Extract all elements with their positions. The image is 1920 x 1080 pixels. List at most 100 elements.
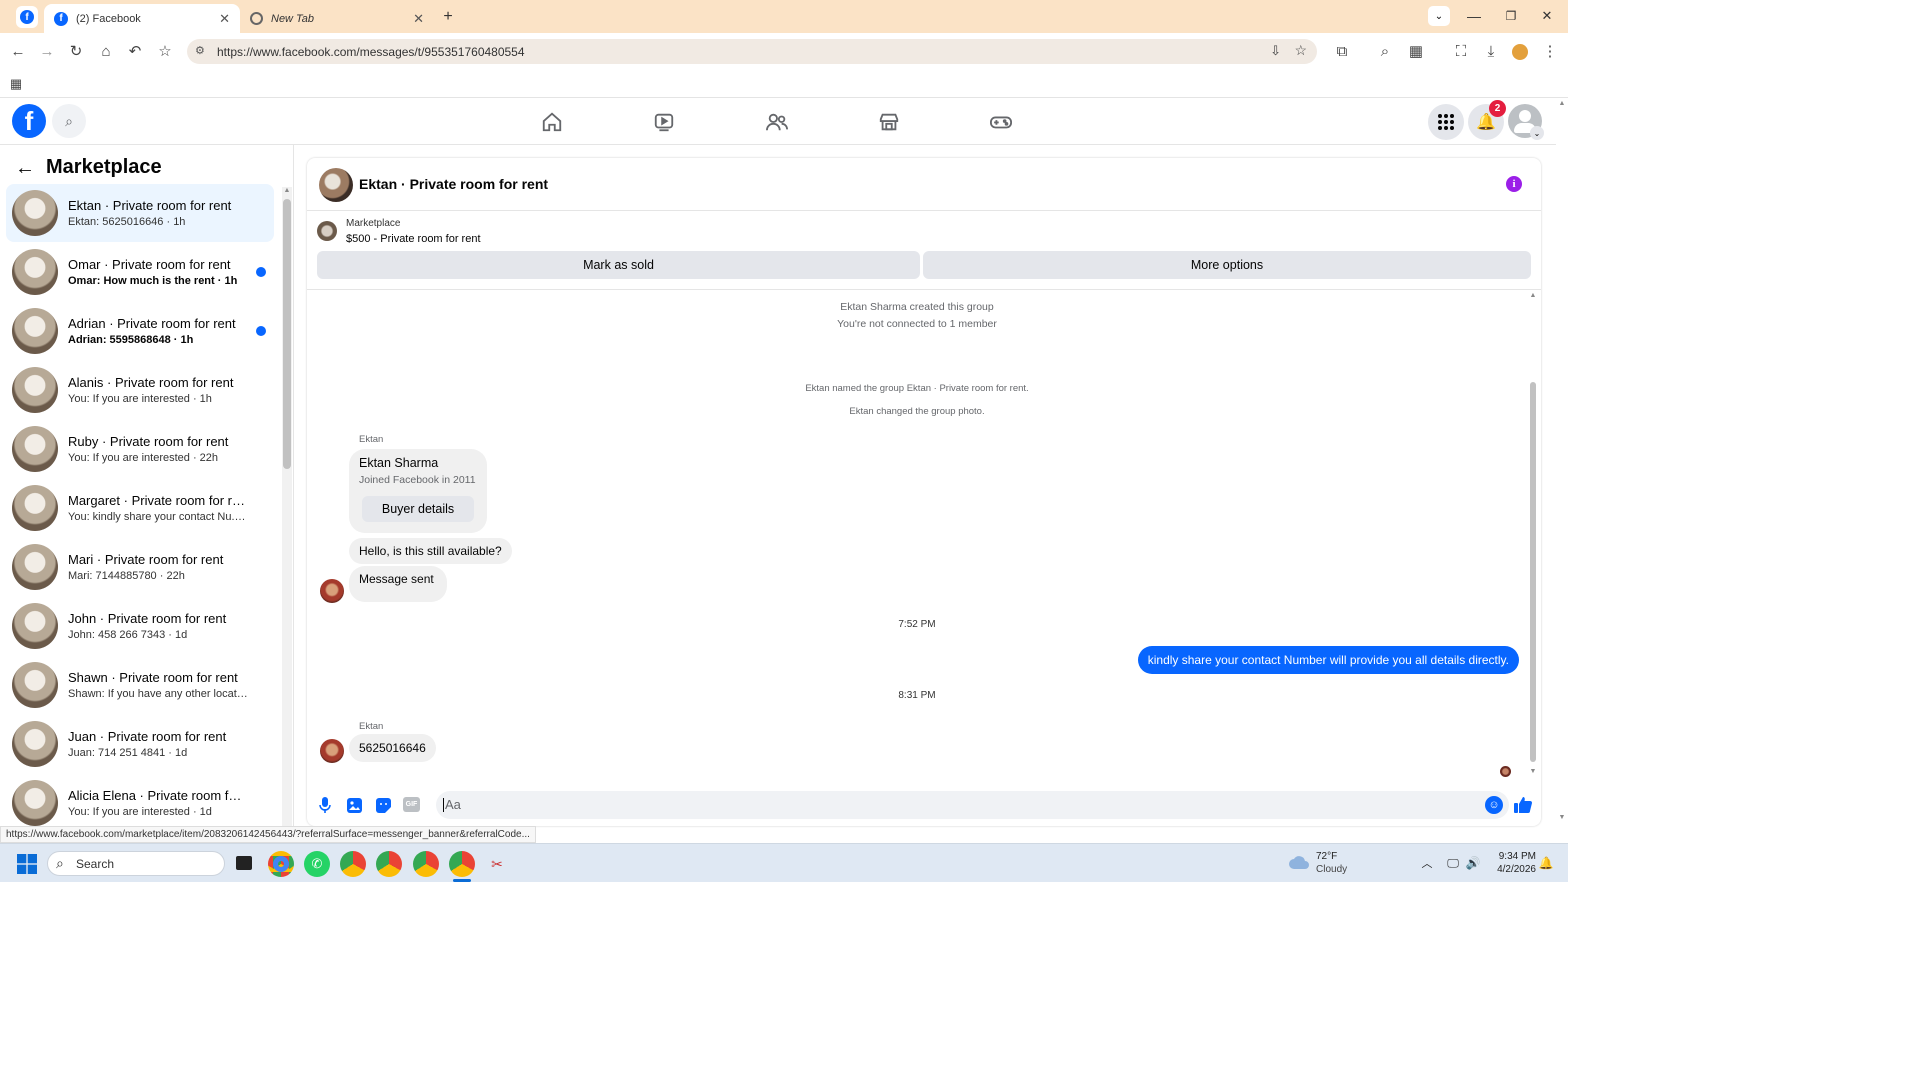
conversation-item[interactable]: Margaret · Private room for rent You: kin… (6, 479, 274, 537)
notification-center-icon[interactable]: 🔔 (1538, 854, 1554, 872)
search-icon[interactable]: ⌕ (52, 104, 86, 138)
active-app-indicator (453, 879, 471, 882)
message-bubble[interactable]: Hello, is this still available? (349, 538, 512, 564)
tab-search-dropdown-icon[interactable]: ⌄ (1428, 6, 1450, 26)
more-options-button[interactable]: More options (923, 251, 1531, 279)
clock-date[interactable]: 4/2/2026 (1492, 864, 1536, 875)
like-thumbs-up-icon[interactable] (1513, 795, 1533, 815)
message-bubble[interactable]: 5625016646 (349, 734, 436, 762)
conversation-item[interactable]: Omar · Private room for rent Omar: How mu… (6, 243, 274, 301)
tab-search-icon[interactable]: f (16, 6, 38, 28)
home-icon[interactable] (497, 98, 607, 145)
photo-icon[interactable] (345, 796, 363, 814)
conversation-avatar (12, 190, 58, 236)
emoji-icon[interactable]: ☺ (1485, 796, 1503, 814)
sender-avatar[interactable] (320, 739, 344, 763)
clock-time[interactable]: 9:34 PM (1492, 851, 1536, 862)
video-icon[interactable] (609, 98, 719, 145)
taskbar-search-box[interactable]: ⌕ Search (47, 851, 225, 876)
qr-icon[interactable]: ▦ (1404, 39, 1428, 63)
chevron-down-icon[interactable]: ⌄ (1530, 126, 1544, 140)
menu-dots-icon[interactable]: ⋮ (1538, 39, 1562, 63)
install-app-icon[interactable]: ⇩ (1270, 43, 1281, 59)
home-browser-icon[interactable]: ⌂ (94, 39, 118, 63)
conversation-title: Ruby · Private room for rent (68, 434, 229, 449)
address-bar[interactable]: ⚙ https://www.facebook.com/messages/t/95… (187, 39, 1317, 64)
conversation-item[interactable]: Mari · Private room for rent Mari: 714488… (6, 538, 274, 596)
minimize-icon[interactable]: — (1465, 6, 1483, 26)
listing-title[interactable]: $500 - Private room for rent (346, 233, 481, 245)
bookmark-icon[interactable]: ☆ (1294, 42, 1307, 59)
conversation-preview: Juan: 714 251 4841 · 1d (68, 747, 188, 759)
sidebar-scrollbar[interactable]: ▲ (282, 187, 292, 826)
extensions-icon[interactable]: ⧉ (1330, 39, 1354, 63)
profile-avatar-icon[interactable] (1512, 44, 1528, 60)
conversation-avatar (12, 721, 58, 767)
buyer-details-button[interactable]: Buyer details (362, 496, 474, 522)
friends-icon[interactable] (722, 98, 832, 145)
back-icon[interactable]: ← (6, 39, 30, 63)
volume-icon[interactable]: 🔊 (1464, 854, 1482, 872)
new-tab-button[interactable]: + (440, 6, 456, 28)
mark-as-sold-button[interactable]: Mark as sold (317, 251, 920, 279)
outgoing-message-bubble[interactable]: kindly share your contact Number will pr… (1137, 646, 1519, 674)
windows-start-icon[interactable] (17, 854, 37, 874)
conversation-item[interactable]: Shawn · Private room for rent Shawn: If y… (6, 656, 274, 714)
facebook-logo[interactable]: f (12, 104, 46, 138)
marketplace-icon[interactable] (834, 98, 944, 145)
chrome-icon[interactable] (268, 851, 294, 877)
whatsapp-icon[interactable]: ✆ (304, 851, 330, 877)
conversation-preview: John: 458 266 7343 · 1d (68, 629, 188, 641)
conversation-item[interactable]: Alanis · Private room for rent You: If yo… (6, 361, 274, 419)
conversation-item[interactable]: Adrian · Private room for rent Adrian: 55… (6, 302, 274, 360)
conversation-item[interactable]: John · Private room for rent John: 458 26… (6, 597, 274, 655)
sticker-icon[interactable] (374, 796, 392, 814)
chat-title[interactable]: Ektan · Private room for rent (359, 176, 548, 192)
close-window-icon[interactable]: ✕ (1538, 6, 1556, 26)
reload-icon[interactable]: ↻ (64, 39, 88, 63)
apps-grid-icon[interactable]: ▦ (4, 72, 28, 96)
gif-icon[interactable]: GIF (403, 797, 420, 812)
forward-icon[interactable]: → (35, 39, 59, 63)
chevron-up-icon[interactable]: ︿ (1418, 854, 1436, 872)
tab-facebook[interactable]: f (2) Facebook ✕ (44, 4, 240, 33)
unread-dot-icon (256, 326, 266, 336)
conversation-item[interactable]: Alicia Elena · Private room for re... You… (6, 774, 274, 826)
cloudy-weather-icon[interactable] (1288, 854, 1310, 870)
info-icon[interactable]: i (1506, 176, 1522, 192)
chrome-profile-icon[interactable] (413, 851, 439, 877)
chrome-active-icon[interactable] (449, 851, 475, 877)
conversation-item[interactable]: Ruby · Private room for rent You: If you … (6, 420, 274, 478)
conversation-item[interactable]: Juan · Private room for rent Juan: 714 25… (6, 715, 274, 773)
snipping-tool-icon[interactable]: ✂ (486, 853, 508, 875)
chrome-profile-icon[interactable] (376, 851, 402, 877)
zoom-icon[interactable]: ⌕ (1373, 39, 1397, 63)
task-view-icon[interactable] (232, 851, 256, 875)
page-scrollbar[interactable]: ▲ ▼ (1556, 98, 1568, 826)
listing-thumbnail[interactable] (317, 221, 337, 241)
account-avatar[interactable]: ⌄ (1508, 104, 1544, 140)
restore-icon[interactable]: ❐ (1502, 6, 1520, 26)
download-icon[interactable]: ⤓ (1479, 39, 1503, 63)
gaming-icon[interactable] (946, 98, 1056, 145)
message-input[interactable]: Aa ☺ (436, 791, 1509, 819)
undo-icon[interactable]: ↶ (123, 39, 147, 63)
conversation-item[interactable]: Ektan · Private room for rent Ektan: 5625… (6, 184, 274, 242)
chat-avatar[interactable] (319, 168, 353, 202)
conversation-preview: Adrian: 5595868648 · 1h (68, 334, 194, 346)
crop-icon[interactable]: ⛶ (1449, 39, 1473, 63)
bookmark-star-icon[interactable]: ☆ (153, 39, 177, 63)
network-icon[interactable]: 🖵 (1444, 854, 1462, 872)
conversation-avatar (12, 603, 58, 649)
chat-scrollbar[interactable]: ▲ ▼ (1528, 292, 1538, 778)
message-bubble[interactable]: Message sent (349, 566, 447, 602)
chrome-profile-icon[interactable] (340, 851, 366, 877)
back-arrow-icon[interactable]: ← (14, 157, 36, 179)
menu-grid-icon[interactable] (1428, 104, 1464, 140)
microphone-icon[interactable] (316, 796, 334, 814)
tab-new-tab[interactable]: New Tab ✕ (240, 4, 434, 33)
site-info-icon[interactable]: ⚙ (195, 44, 205, 57)
close-tab-icon[interactable]: ✕ (219, 11, 230, 27)
close-tab-icon[interactable]: ✕ (413, 11, 424, 27)
sender-avatar[interactable] (320, 579, 344, 603)
